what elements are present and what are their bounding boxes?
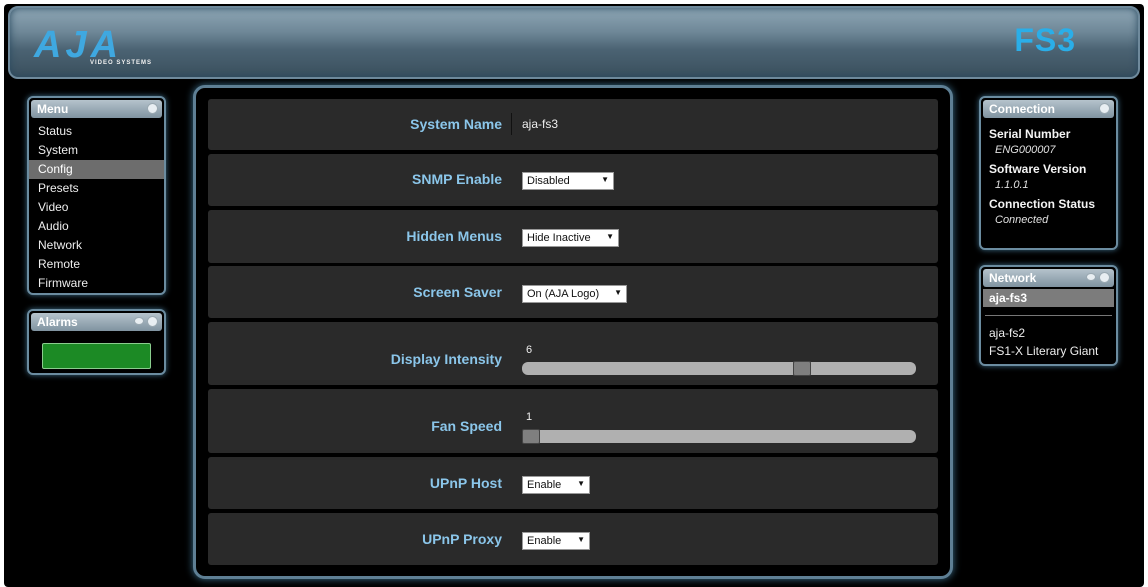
menu-item-firmware[interactable]: Firmware — [29, 274, 164, 293]
connection-title-label: Connection — [989, 102, 1055, 116]
setting-row-display-intensity: Display Intensity 6 — [208, 322, 938, 385]
menu-item-remote[interactable]: Remote — [29, 255, 164, 274]
screen-saver-value: On (AJA Logo) — [527, 288, 600, 300]
network-device-item[interactable]: FS1-X Literary Giant — [981, 342, 1116, 360]
hidden-menus-label: Hidden Menus — [406, 228, 502, 244]
menu-panel: Menu Status System Config Presets Video … — [27, 96, 166, 295]
network-device-item[interactable]: aja-fs2 — [981, 324, 1116, 342]
menu-item-system[interactable]: System — [29, 141, 164, 160]
dropdown-arrow-icon: ▼ — [606, 232, 614, 241]
link-icon[interactable] — [1086, 273, 1096, 281]
network-panel-title: Network — [983, 269, 1114, 287]
collapse-icon[interactable] — [147, 316, 158, 327]
serial-number-label: Serial Number — [989, 127, 1071, 141]
menu-item-video[interactable]: Video — [29, 198, 164, 217]
menu-panel-title: Menu — [31, 100, 162, 118]
network-title-label: Network — [989, 271, 1037, 285]
upnp-proxy-value: Enable — [527, 535, 562, 547]
collapse-icon[interactable] — [1099, 272, 1110, 283]
serial-number-value: ENG000007 — [995, 144, 1056, 156]
hidden-menus-value: Hide Inactive — [527, 232, 591, 244]
upnp-proxy-label: UPnP Proxy — [422, 531, 502, 547]
alarms-panel-title: Alarms — [31, 313, 162, 331]
alarms-title-label: Alarms — [37, 315, 78, 329]
product-name: FS3 — [1014, 22, 1076, 58]
menu-item-config[interactable]: Config — [29, 160, 164, 179]
software-version-value: 1.1.0.1 — [995, 179, 1029, 191]
upnp-proxy-select[interactable]: Enable ▼ — [522, 532, 590, 550]
setting-row-screen-saver: Screen Saver On (AJA Logo) ▼ — [208, 266, 938, 318]
link-icon[interactable] — [134, 317, 144, 325]
connection-status-label: Connection Status — [989, 197, 1096, 211]
slider-thumb[interactable] — [793, 361, 811, 376]
snmp-enable-label: SNMP Enable — [412, 171, 502, 187]
network-panel: Network aja-fs3 aja-fs2 FS1-X Literary G… — [979, 265, 1118, 366]
slider-thumb[interactable] — [522, 429, 540, 444]
dropdown-arrow-icon: ▼ — [614, 288, 622, 297]
header-bar: AJA VIDEO SYSTEMS FS3 — [8, 6, 1140, 79]
system-name-label: System Name — [410, 116, 502, 132]
screen-saver-select[interactable]: On (AJA Logo) ▼ — [522, 285, 627, 303]
dropdown-arrow-icon: ▼ — [577, 479, 585, 488]
dropdown-arrow-icon: ▼ — [577, 535, 585, 544]
screen-saver-label: Screen Saver — [413, 284, 502, 300]
snmp-enable-select[interactable]: Disabled ▼ — [522, 172, 614, 190]
dropdown-arrow-icon: ▼ — [601, 175, 609, 184]
setting-row-system-name: System Name aja-fs3 — [208, 99, 938, 150]
fan-speed-slider[interactable] — [522, 429, 916, 444]
display-intensity-value: 6 — [526, 344, 533, 356]
collapse-icon[interactable] — [1099, 103, 1110, 114]
connection-status-value: Connected — [995, 214, 1049, 226]
alarm-status-indicator — [42, 343, 151, 369]
upnp-host-select[interactable]: Enable ▼ — [522, 476, 590, 494]
system-name-value[interactable]: aja-fs3 — [522, 117, 558, 131]
setting-row-hidden-menus: Hidden Menus Hide Inactive ▼ — [208, 210, 938, 263]
menu-item-presets[interactable]: Presets — [29, 179, 164, 198]
config-settings-panel: System Name aja-fs3 SNMP Enable Disabled… — [193, 85, 953, 579]
hidden-menus-select[interactable]: Hide Inactive ▼ — [522, 229, 619, 247]
connection-panel: Connection Serial Number ENG000007 Softw… — [979, 96, 1118, 250]
display-intensity-label: Display Intensity — [390, 351, 502, 367]
fan-speed-label: Fan Speed — [431, 418, 502, 434]
snmp-enable-value: Disabled — [527, 175, 570, 187]
alarms-panel: Alarms — [27, 309, 166, 375]
upnp-host-label: UPnP Host — [429, 475, 502, 491]
setting-row-upnp-proxy: UPnP Proxy Enable ▼ — [208, 513, 938, 565]
menu-item-network[interactable]: Network — [29, 236, 164, 255]
row-divider — [511, 113, 512, 135]
collapse-icon[interactable] — [147, 103, 158, 114]
connection-panel-title: Connection — [983, 100, 1114, 118]
menu-item-status[interactable]: Status — [29, 122, 164, 141]
software-version-label: Software Version — [989, 162, 1087, 176]
menu-title-label: Menu — [37, 102, 69, 116]
setting-row-upnp-host: UPnP Host Enable ▼ — [208, 457, 938, 509]
network-device-selected[interactable]: aja-fs3 — [983, 289, 1114, 307]
setting-row-fan-speed: Fan Speed 1 — [208, 389, 938, 453]
display-intensity-slider[interactable] — [522, 361, 916, 376]
logo-subtitle: VIDEO SYSTEMS — [90, 60, 153, 66]
menu-item-audio[interactable]: Audio — [29, 217, 164, 236]
aja-logo: AJA VIDEO SYSTEMS — [34, 24, 184, 72]
divider — [985, 315, 1112, 316]
menu-list: Status System Config Presets Video Audio… — [29, 122, 164, 293]
setting-row-snmp-enable: SNMP Enable Disabled ▼ — [208, 154, 938, 206]
fan-speed-value: 1 — [526, 411, 533, 423]
upnp-host-value: Enable — [527, 479, 562, 491]
